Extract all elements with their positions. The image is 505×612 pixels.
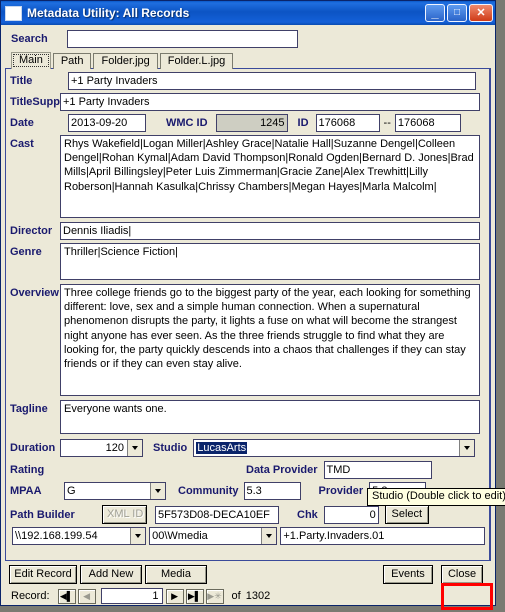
data-provider-label: Data Provider <box>246 464 318 476</box>
titlesupp-row: TitleSupp +1 Party Invaders <box>10 93 485 111</box>
chevron-down-icon[interactable] <box>127 440 142 456</box>
cast-field[interactable]: Rhys Wakefield|Logan Miller|Ashley Grace… <box>60 135 480 218</box>
rating-row: Rating Data Provider TMD <box>10 461 485 479</box>
record-navigator: Record: ◀▌ ◀ 1 ▶ ▶▌ ▶✳ of 1302 <box>5 587 491 605</box>
next-record-button[interactable]: ▶ <box>165 588 184 604</box>
id-separator: -- <box>383 117 391 129</box>
tagline-row: Tagline Everyone wants one. <box>10 400 485 434</box>
overview-field[interactable]: Three college friends go to the biggest … <box>60 284 480 396</box>
path-builder-label: Path Builder <box>10 508 75 521</box>
date-label: Date <box>10 117 34 129</box>
chevron-down-icon[interactable] <box>150 483 165 499</box>
chevron-down-icon[interactable] <box>261 528 277 544</box>
tagline-field[interactable]: Everyone wants one. <box>60 400 480 434</box>
metadata-utility-window: Metadata Utility: All Records _ □ ✕ Sear… <box>0 0 505 610</box>
duration-value: 120 <box>105 442 124 454</box>
title-row: Title +1 Party Invaders <box>10 72 485 90</box>
chk-label: Chk <box>297 508 318 521</box>
maximize-icon: □ <box>453 7 461 18</box>
media-button[interactable]: Media <box>145 564 207 584</box>
close-window-button[interactable]: ✕ <box>469 4 493 22</box>
provider-label: Provider <box>318 485 364 497</box>
total-records: 1302 <box>245 590 271 602</box>
chevron-down-icon[interactable] <box>459 440 475 456</box>
record-label: Record: <box>11 590 50 602</box>
tab-folder-jpg[interactable]: Folder.jpg <box>93 53 158 69</box>
data-provider-field[interactable]: TMD <box>323 461 432 479</box>
genre-row: Genre Thriller|Science Fiction| <box>10 243 485 280</box>
studio-combo[interactable]: LucasArts <box>193 439 476 457</box>
tab-main[interactable]: Main <box>11 52 51 69</box>
studio-tooltip: Studio (Double click to edit) <box>367 488 505 506</box>
mpaa-label: MPAA <box>10 485 42 497</box>
button-bar: Edit Record Add New Media Events Close <box>5 561 491 587</box>
share-combo[interactable]: 00\Wmedia <box>149 527 278 545</box>
client-area: Search Main Path Folder.jpg Folder.L.jpg… <box>1 25 505 610</box>
select-button[interactable]: Select <box>384 505 429 524</box>
community-field[interactable]: 5.3 <box>243 482 301 500</box>
genre-field[interactable]: Thriller|Science Fiction| <box>60 243 480 280</box>
wmcid-label: WMC ID <box>166 117 208 129</box>
tab-path[interactable]: Path <box>52 53 92 69</box>
previous-record-button: ◀ <box>77 588 96 604</box>
title-label: Title <box>10 75 33 87</box>
close-icon: ✕ <box>476 6 486 19</box>
id-label: ID <box>297 117 309 129</box>
title-bar[interactable]: Metadata Utility: All Records _ □ ✕ <box>1 1 495 25</box>
server-value: \\192.168.199.54 <box>15 530 98 542</box>
minimize-icon: _ <box>431 5 439 20</box>
title-field[interactable]: +1 Party Invaders <box>68 72 476 90</box>
filename-field[interactable]: +1.Party.Invaders.01 <box>280 527 485 545</box>
maximize-button[interactable]: □ <box>447 4 467 22</box>
desktop-bottom-edge <box>0 606 505 612</box>
search-row: Search <box>5 28 491 50</box>
mpaa-value: G <box>67 485 76 497</box>
desktop-right-edge <box>496 0 505 612</box>
studio-value: LucasArts <box>196 442 248 454</box>
director-field[interactable]: Dennis Iliadis| <box>60 222 480 240</box>
close-button[interactable]: Close <box>441 564 483 584</box>
date-field[interactable]: 2013-09-20 <box>68 114 146 132</box>
overview-row: Overview Three college friends go to the… <box>10 284 485 396</box>
chk-field[interactable]: 0 <box>323 505 379 524</box>
duration-studio-row: Duration 120 Studio LucasArts <box>10 439 485 457</box>
community-label: Community <box>178 485 239 497</box>
events-button[interactable]: Events <box>383 564 433 584</box>
cast-row: Cast Rhys Wakefield|Logan Miller|Ashley … <box>10 135 485 218</box>
server-combo[interactable]: \\192.168.199.54 <box>12 527 147 545</box>
new-record-button: ▶✳ <box>205 588 224 604</box>
id-field[interactable]: 176068 <box>315 114 380 132</box>
guid-field[interactable]: 5F573D08-DECA10EF <box>155 505 279 524</box>
minimize-button[interactable]: _ <box>425 4 445 22</box>
date-row: Date 2013-09-20 WMC ID 1245 ID 176068 --… <box>10 114 485 132</box>
edit-record-button[interactable]: Edit Record <box>9 564 77 584</box>
tab-bar: Main Path Folder.jpg Folder.L.jpg <box>5 52 491 69</box>
search-label: Search <box>11 33 48 45</box>
search-input[interactable] <box>67 30 298 48</box>
chevron-down-icon[interactable] <box>130 528 146 544</box>
share-value: 00\Wmedia <box>152 530 208 542</box>
xml-id-button: XML ID <box>102 505 147 524</box>
wmcid-field: 1245 <box>215 114 288 132</box>
director-row: Director Dennis Iliadis| <box>10 222 485 240</box>
studio-value-wrap: LucasArts <box>196 442 459 454</box>
path-values-row: \\192.168.199.54 00\Wmedia +1.Party.Inva… <box>10 527 485 545</box>
studio-label: Studio <box>153 442 188 454</box>
add-new-button[interactable]: Add New <box>80 564 142 584</box>
path-builder-row: Path Builder XML ID 5F573D08-DECA10EF Ch… <box>10 505 485 524</box>
mpaa-combo[interactable]: G <box>64 482 166 500</box>
app-icon <box>5 5 22 21</box>
titlesupp-field[interactable]: +1 Party Invaders <box>60 93 480 111</box>
first-record-button[interactable]: ◀▌ <box>57 588 76 604</box>
id-secondary-field[interactable]: 176068 <box>394 114 461 132</box>
duration-combo[interactable]: 120 <box>60 439 143 457</box>
last-record-button[interactable]: ▶▌ <box>185 588 204 604</box>
rating-label: Rating <box>10 464 45 476</box>
of-label: of <box>231 590 241 602</box>
record-number-input[interactable]: 1 <box>100 588 163 604</box>
window-title: Metadata Utility: All Records <box>27 6 190 20</box>
tab-folder-l-jpg[interactable]: Folder.L.jpg <box>159 53 234 69</box>
